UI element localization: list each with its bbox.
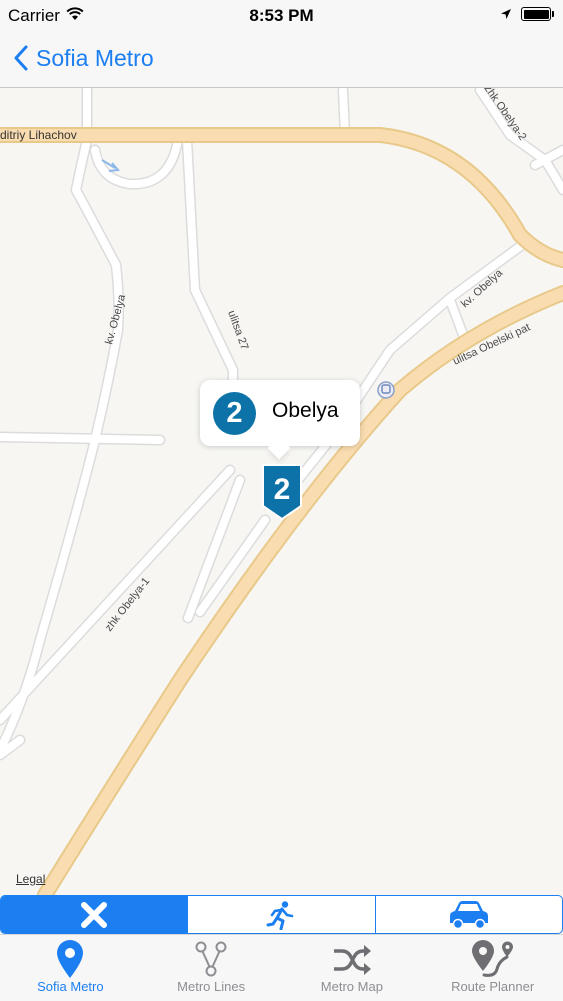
location-services-icon	[501, 9, 511, 19]
route-icon	[471, 940, 513, 977]
tab-label: Metro Lines	[177, 979, 246, 994]
tab-label: Metro Map	[320, 979, 383, 994]
car-icon	[449, 900, 488, 929]
segment-car[interactable]	[376, 896, 562, 933]
back-button-label: Sofia Metro	[36, 44, 154, 71]
lines-icon	[195, 941, 227, 977]
battery-tip	[552, 11, 554, 17]
location-pin-icon	[57, 940, 84, 978]
shuffle-icon	[333, 945, 371, 975]
tab-sofia-metro[interactable]: Sofia Metro	[0, 935, 141, 1001]
clock: 8:53 PM	[249, 6, 314, 25]
segment-walking[interactable]	[188, 896, 376, 933]
legal-link[interactable]: Legal	[16, 872, 45, 886]
close-icon	[81, 901, 108, 928]
station-pin-line: 2	[274, 473, 291, 506]
transport-mode-control	[0, 895, 563, 934]
station-callout[interactable]: 2 Obelya	[200, 380, 360, 460]
chevron-left-icon	[14, 45, 28, 71]
navigation-bar: Sofia Metro	[0, 30, 563, 88]
tab-metro-map[interactable]: Metro Map	[282, 935, 423, 1001]
status-bar: Carrier 8:53 PM	[0, 0, 563, 30]
back-button[interactable]: Sofia Metro	[14, 42, 154, 74]
station-name: Obelya	[272, 399, 339, 422]
line-badge: 2	[213, 392, 256, 435]
tab-route-planner[interactable]: Route Planner	[422, 935, 563, 1001]
tab-bar: Sofia Metro Metro Lines Metro Map Route …	[0, 934, 563, 1001]
tab-metro-lines[interactable]: Metro Lines	[141, 935, 282, 1001]
walking-icon	[266, 900, 294, 930]
segment-close[interactable]	[1, 896, 189, 933]
street-label-lihachov: ditriy Lihachov	[0, 128, 77, 142]
tab-label: Sofia Metro	[37, 979, 104, 994]
battery-icon	[521, 7, 551, 21]
station-pin-icon[interactable]: 2	[262, 464, 302, 520]
tab-label: Route Planner	[451, 979, 535, 994]
